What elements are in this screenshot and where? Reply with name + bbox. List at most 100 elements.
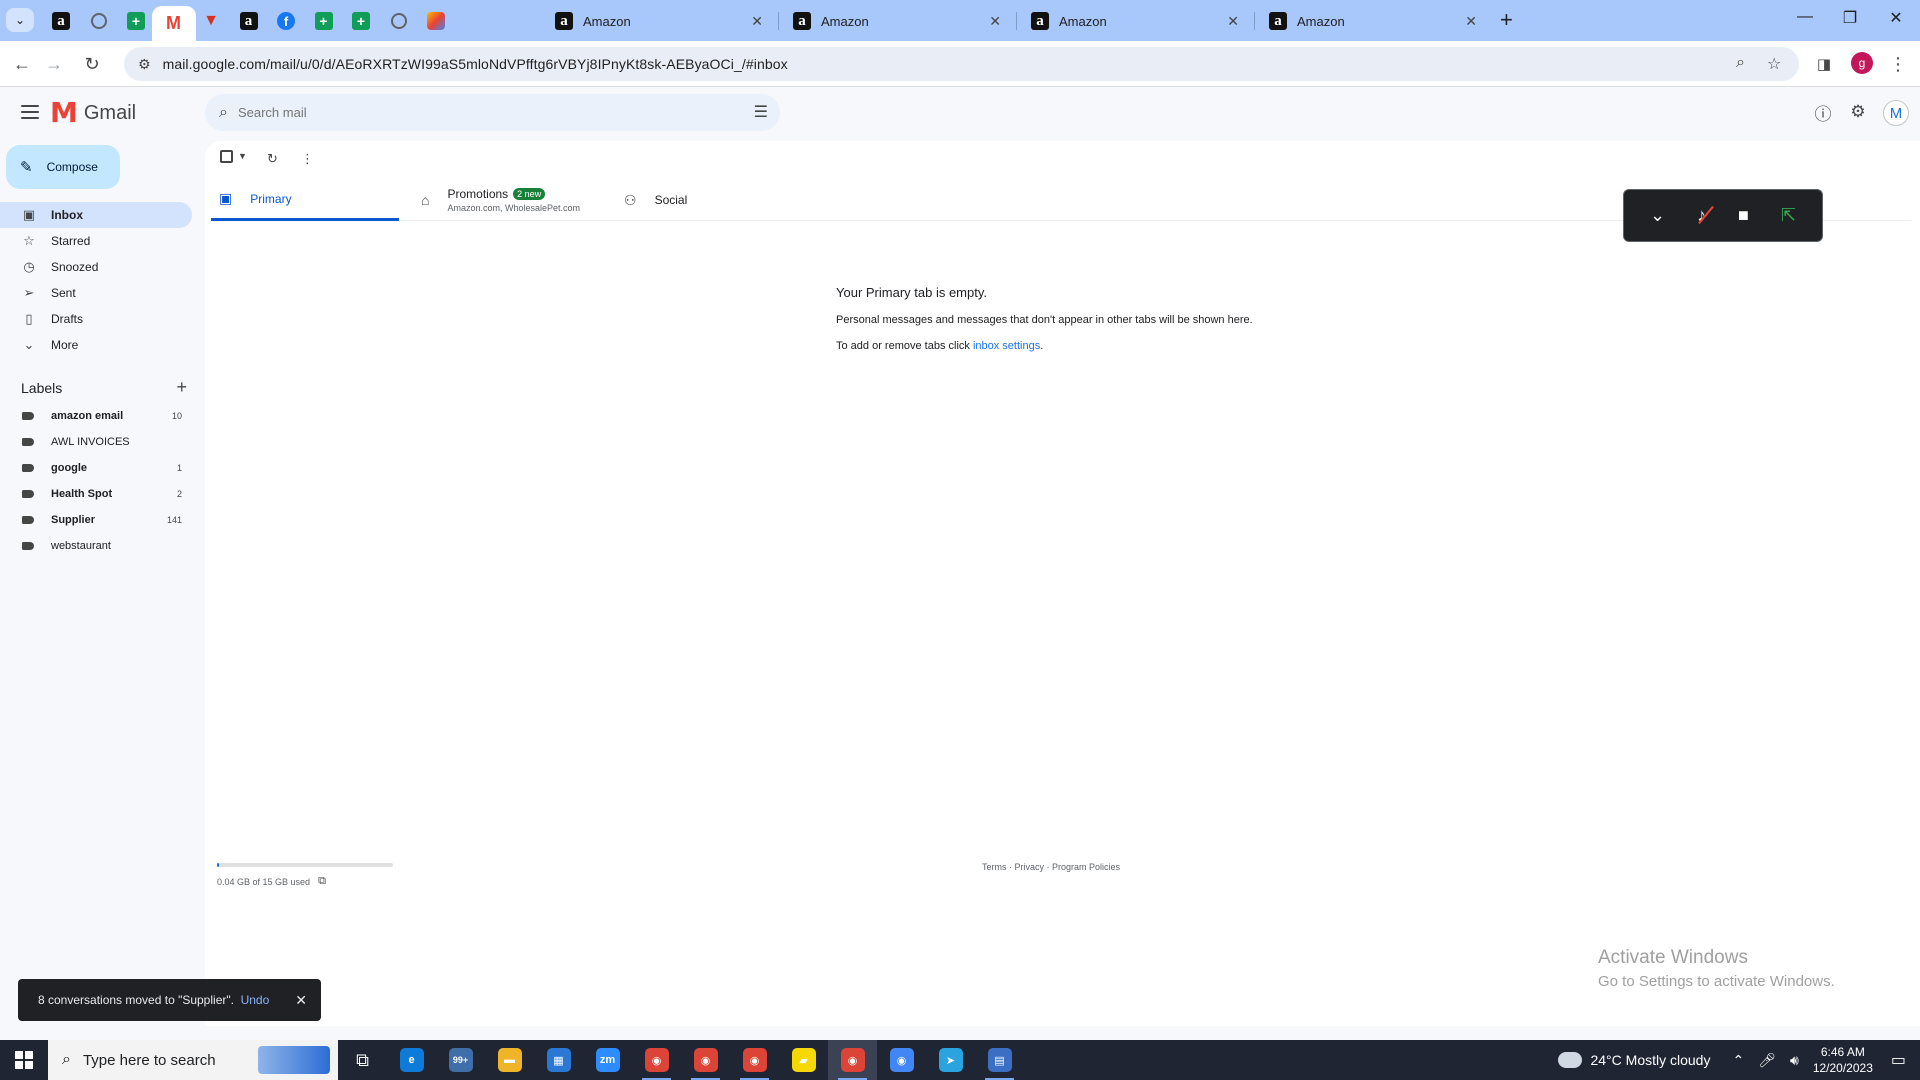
weather-widget[interactable]: 24°C Mostly cloudy [1555,1046,1710,1068]
select-dropdown-icon[interactable]: ▼ [238,151,247,161]
browser-tab[interactable]: a Amazon ✕ [783,5,1011,37]
help-icon[interactable]: ⓘ [1811,100,1835,124]
select-all-checkbox[interactable] [220,150,233,163]
more-options-icon[interactable]: ⋮ [301,151,314,167]
gmail-logo[interactable]: M Gmail [50,99,136,127]
clock[interactable]: 6:46 AM 12/20/2023 [1813,1044,1873,1076]
label-item[interactable]: Health Spot 2 [0,481,192,507]
notifications-icon[interactable]: ▭ [1891,1050,1906,1070]
mic-muted-icon[interactable]: ♪ [1697,205,1706,226]
star-icon: ☆ [23,233,35,248]
inbox-icon: ▣ [22,207,36,222]
restore-button[interactable]: ❐ [1830,8,1870,28]
main-menu-button[interactable] [18,100,42,124]
settings-gear-icon[interactable]: ⚙ [1846,100,1870,124]
taskbar-app-telegram[interactable]: ➤ [926,1040,975,1080]
start-button[interactable] [0,1040,48,1080]
sidebar-item-drafts[interactable]: ▯ Drafts [0,306,192,332]
browser-profile-avatar[interactable]: g [1851,52,1873,74]
sidebar-item-label: Sent [51,286,76,300]
hint-suffix: . [1040,340,1044,352]
open-storage-icon[interactable]: ⧉ [318,875,326,888]
browser-tab[interactable]: a Amazon ✕ [1259,5,1487,37]
bookmark-star-icon[interactable]: ☆ [1767,54,1781,74]
label-item[interactable]: Supplier 141 [0,507,192,533]
taskbar-app-chrome-3[interactable]: ◉ [730,1040,779,1080]
sidebar-item-more[interactable]: ⌄ More [0,332,192,358]
sidebar-item-sent[interactable]: ➢ Sent [0,280,192,306]
snackbar-message: 8 conversations moved to "Supplier". [38,993,234,1007]
close-tab-icon[interactable]: ✕ [1465,13,1477,30]
taskbar-app-chrome-5[interactable]: ◉ [877,1040,926,1080]
reload-button[interactable]: ↻ [78,50,106,78]
pencil-icon: ✎ [20,159,33,176]
close-window-button[interactable]: ✕ [1876,8,1916,28]
taskbar-search[interactable]: ⌕ Type here to search [48,1040,338,1080]
taskbar-app-mail-badge-99[interactable]: 99+ [436,1040,485,1080]
sidebar-item-label: Inbox [51,208,83,222]
taskbar-app-chrome-1[interactable]: ◉ [632,1040,681,1080]
collapse-chevron-icon[interactable]: ⌄ [1650,205,1665,226]
tab-promotions[interactable]: ⌂ Promotions 2 new Amazon.com, Wholesale… [413,179,613,221]
search-icon[interactable]: ⌕ [219,104,228,122]
video-camera-icon[interactable]: ■ [1738,205,1749,226]
tray-chevron-up-icon[interactable]: ⌃ [1732,1052,1744,1069]
create-label-plus-icon[interactable]: + [176,377,187,398]
sidebar-item-starred[interactable]: ☆ Starred [0,228,192,254]
taskbar-app-calculator[interactable]: ▤ [975,1040,1024,1080]
label-item[interactable]: google 1 [0,455,192,481]
refresh-icon[interactable]: ↻ [267,151,278,167]
pop-out-icon[interactable]: ⇱ [1781,205,1796,226]
people-icon: ⚇ [624,191,637,208]
site-info-icon[interactable]: ⚙ [138,56,151,73]
sidebar-item-label: More [51,338,79,352]
close-tab-icon[interactable]: ✕ [1227,13,1239,30]
side-panel-button[interactable]: ◨ [1810,50,1838,78]
taskbar-app-chrome-2[interactable]: ◉ [681,1040,730,1080]
sidebar-item-snoozed[interactable]: ◷ Snoozed [0,254,192,280]
label-item[interactable]: AWL INVOICES [0,429,192,455]
chrome-2-icon: ◉ [693,1048,718,1072]
browser-menu-button[interactable]: ⋮ [1884,50,1912,78]
tab-search-button[interactable]: ⌄ [6,8,34,32]
pinned-tab[interactable] [414,5,458,37]
close-tab-icon[interactable]: ✕ [751,13,763,30]
taskbar-app-sticky-notes[interactable]: ▰ [779,1040,828,1080]
back-button[interactable]: ← [8,50,36,78]
label-item[interactable]: amazon email 10 [0,403,192,429]
clock-date: 12/20/2023 [1812,1061,1873,1075]
label-name: amazon email [51,410,124,422]
tab-primary[interactable]: ▣ Primary [211,179,399,221]
browser-tab[interactable]: a Amazon ✕ [1021,5,1249,37]
taskbar-app-zoom[interactable]: zm [583,1040,632,1080]
undo-button[interactable]: Undo [241,993,270,1007]
tab-social[interactable]: ⚇ Social [616,179,736,221]
minimize-button[interactable]: — [1785,8,1825,26]
new-tab-button[interactable]: + [1500,8,1513,32]
taskbar-app-chrome-4[interactable]: ◉ [828,1040,877,1080]
inbox-settings-link[interactable]: inbox settings [973,340,1040,352]
taskbar-app-store[interactable]: ▦ [534,1040,583,1080]
close-icon[interactable]: ✕ [295,992,307,1009]
close-tab-icon[interactable]: ✕ [989,13,1001,30]
compose-button[interactable]: ✎ Compose [6,145,120,189]
forward-button[interactable]: → [40,50,68,78]
account-avatar[interactable]: M [1883,100,1909,126]
search-options-icon[interactable]: ☰ [754,102,768,122]
taskbar-app-file-explorer[interactable]: ▬ [485,1040,534,1080]
taskbar-app-task-view[interactable]: ⧉ [338,1040,387,1080]
search-input[interactable] [237,105,718,120]
speaker-icon[interactable]: 🔊︎ [1790,1052,1799,1069]
footer-links[interactable]: Terms · Privacy · Program Policies [982,862,1120,872]
amazon-icon: a [52,12,70,30]
sticky-notes-icon: ▰ [791,1048,816,1072]
search-highlight-image [258,1046,330,1074]
label-item[interactable]: webstaurant [0,533,192,559]
label-count: 141 [166,515,182,525]
address-bar[interactable]: ⚙ mail.google.com/mail/u/0/d/AEoRXRTzWI9… [124,47,1799,81]
taskbar-app-edge[interactable]: e [387,1040,436,1080]
sidebar-item-inbox[interactable]: ▣ Inbox [0,202,192,228]
microphone-icon[interactable]: 🎤︎ [1758,1052,1776,1069]
browser-tab[interactable]: a Amazon ✕ [545,5,773,37]
zoom-icon[interactable]: ⌕ [1736,54,1745,72]
